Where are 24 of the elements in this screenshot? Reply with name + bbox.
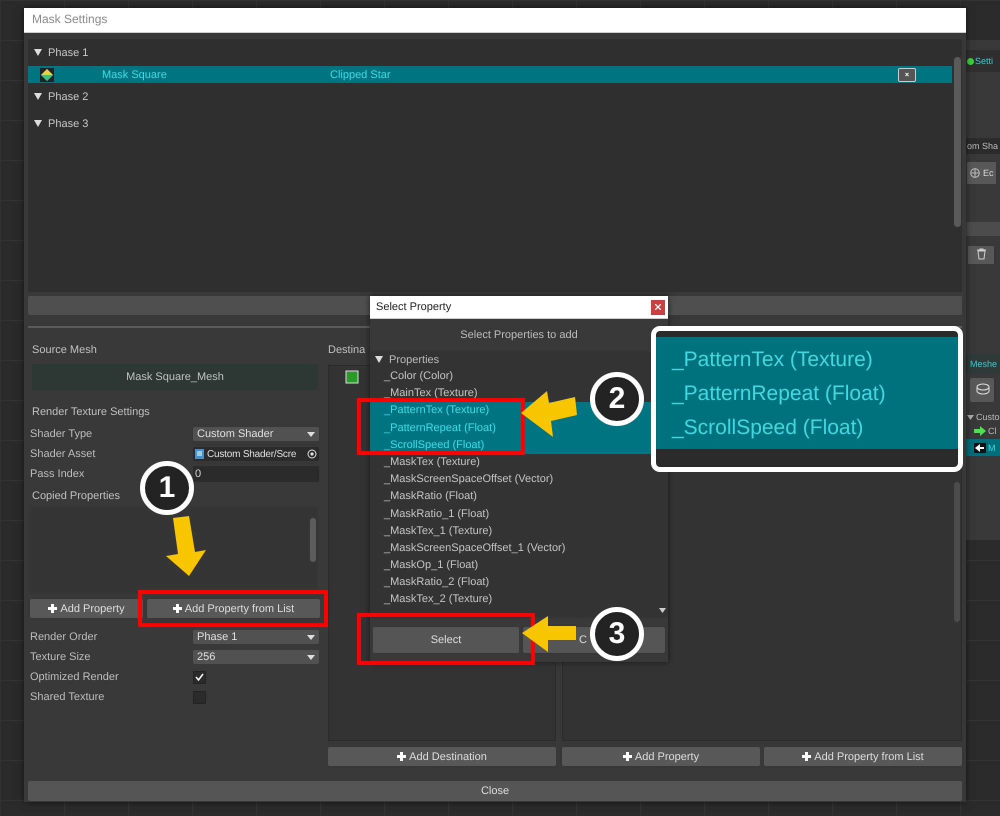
field-label: Texture Size	[30, 651, 92, 663]
dialog-heading: Select Properties to add	[459, 328, 579, 343]
property-name: _ScrollSpeed (Float)	[672, 415, 864, 441]
field-label: Render Order	[30, 631, 98, 643]
phase-label: Phase 1	[48, 46, 88, 58]
section-heading: Render Texture Settings	[31, 405, 150, 420]
group-label: Properties	[389, 354, 440, 366]
field-label: Pass Index	[30, 468, 86, 480]
phase-label: Phase 2	[48, 90, 88, 102]
property-name: _PatternRepeat (Float)	[672, 381, 887, 407]
phase-label: Phase 3	[48, 118, 88, 130]
field-label: Shared Texture	[30, 691, 106, 703]
section-heading: Copied Properties	[31, 489, 120, 504]
window-title: Select Property	[376, 300, 452, 315]
field-label: Shader Type	[30, 428, 94, 440]
window-title: Mask Settings	[24, 8, 966, 33]
field-label: Optimized Render	[30, 671, 120, 683]
property-name: _PatternTex (Texture)	[672, 347, 874, 373]
mask-name: Mask Square	[102, 68, 168, 80]
section-title: Meshe	[966, 354, 1000, 374]
mask-target: Clipped Star	[330, 68, 392, 80]
field-label: Shader Asset	[30, 448, 96, 460]
section-heading: Destina	[328, 343, 366, 358]
section-heading: Source Mesh	[31, 343, 97, 358]
